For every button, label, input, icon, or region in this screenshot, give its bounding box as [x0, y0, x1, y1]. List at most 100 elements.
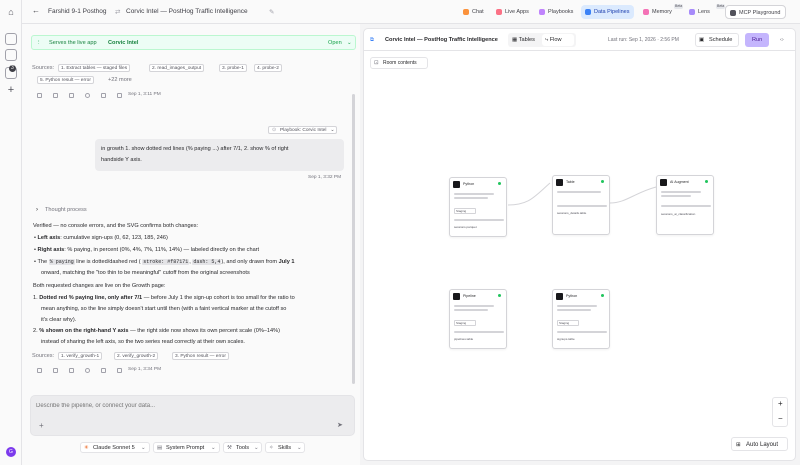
share-icon[interactable]	[101, 368, 106, 373]
thumbs-up-icon[interactable]	[37, 368, 42, 373]
lens-beta-badge: Beta	[716, 4, 726, 9]
bullet-right-axis: • Right axis: % paying, in percent (0%, …	[34, 247, 260, 253]
pipeline-node-table[interactable]: Table sessions_details.table	[552, 175, 610, 235]
system-prompt-label: System Prompt	[166, 445, 205, 451]
status-dot	[601, 180, 604, 183]
edit-icon[interactable]: ✎	[269, 8, 274, 16]
bullet-line-style: • The % paying line is dotted/dashed red…	[34, 259, 295, 265]
chevron-down-icon: ⌄	[254, 445, 259, 451]
bullet-line-style-cont: onward, matching the "too thin to be mea…	[41, 270, 250, 276]
zoom-out-button[interactable]: −	[778, 415, 783, 423]
live-app-banner: ⋮ Serves the live app Corvic Intel Open …	[31, 35, 356, 50]
pipeline-node-python-2[interactable]: Python Staging signups.table	[552, 289, 610, 349]
thumbs-down-icon[interactable]	[53, 368, 58, 373]
divider	[557, 205, 607, 207]
node-output: sessions_ai_classification	[661, 212, 696, 216]
copy-icon[interactable]	[69, 93, 74, 98]
placeholder-line	[557, 309, 591, 311]
auto-layout-button[interactable]: ⊞ Auto Layout	[731, 437, 788, 451]
playbook-tag[interactable]: ⊙ Playbook: Corvic Intel ⌄	[268, 126, 338, 134]
copy-icon[interactable]	[69, 368, 74, 373]
chevron-down-icon: ⌄	[297, 445, 302, 451]
node-icon	[453, 181, 460, 188]
share-icon[interactable]	[101, 93, 106, 98]
home-icon[interactable]: ⌂	[5, 6, 17, 18]
project-icon: ⇄	[115, 9, 121, 16]
send-icon[interactable]: ➤	[337, 422, 343, 430]
skills-button[interactable]: ✧ Skills ⌄	[265, 442, 305, 453]
source-chip[interactable]: 3. probe-1	[219, 64, 247, 72]
source-chip[interactable]: 2. read_images_output	[149, 64, 205, 72]
playbooks-icon	[539, 9, 545, 15]
thought-process-toggle[interactable]: Thought process	[45, 206, 87, 214]
source-chip[interactable]: 1. verify_growth-1	[58, 352, 103, 360]
top-bar: ← Farshid 9-1 Posthog ⇄ Corvic Intel — P…	[22, 0, 800, 24]
tab-live-apps[interactable]: Live Apps	[492, 5, 534, 19]
node-icon	[453, 293, 460, 300]
banner-app-link[interactable]: Corvic Intel	[108, 39, 138, 47]
divider	[557, 331, 607, 333]
chat-scrollbar[interactable]	[352, 94, 355, 384]
divider	[454, 331, 504, 333]
node-icon	[660, 179, 667, 186]
node-output: pipelines.table	[454, 337, 474, 341]
model-selector[interactable]: ✳ Claude Sonnet 5 ⌄	[80, 442, 150, 453]
tools-label: Tools	[236, 445, 250, 451]
mcp-playground-button[interactable]: MCP Playground	[725, 5, 787, 19]
clock-icon[interactable]	[85, 93, 90, 98]
thumbs-down-icon[interactable]	[53, 93, 58, 98]
pipeline-node-ai-augment[interactable]: AI Augment sessions_ai_classification	[656, 175, 714, 235]
reply-intro: Verified — no console errors, and the SV…	[33, 223, 199, 229]
tab-playbooks[interactable]: Playbooks	[535, 5, 578, 19]
tools-button[interactable]: ⚒ Tools ⌄	[223, 442, 262, 453]
documents-icon[interactable]	[5, 49, 17, 61]
node-icon	[556, 179, 563, 186]
auto-layout-label: Auto Layout	[746, 442, 779, 448]
chat-icon	[463, 9, 469, 15]
tab-memory[interactable]: Memory Beta	[639, 4, 684, 19]
memory-beta-badge: Beta	[674, 4, 684, 9]
back-arrow-icon[interactable]: ←	[32, 6, 40, 15]
trash-icon[interactable]	[117, 368, 122, 373]
source-chip[interactable]: 5. Python result — error	[37, 76, 94, 84]
chevron-down-icon[interactable]: ⌄	[347, 39, 352, 47]
chevron-right-icon[interactable]: ›	[36, 206, 38, 214]
tab-data-pipelines[interactable]: Data Pipelines	[581, 5, 635, 19]
placeholder-line	[454, 197, 488, 199]
composer-input[interactable]	[36, 401, 336, 411]
node-tag: Staging	[454, 208, 476, 214]
sources-label: Sources:	[32, 65, 55, 71]
more-sources-link[interactable]: +22 more	[108, 76, 132, 84]
zoom-in-button[interactable]: +	[778, 400, 783, 408]
inbox-badge: 3	[9, 65, 16, 72]
pipeline-node-pipeline[interactable]: Pipeline Staging pipelines.table	[449, 289, 507, 349]
thumbs-up-icon[interactable]	[37, 93, 42, 98]
live-apps-icon	[496, 9, 502, 15]
pipeline-node-python[interactable]: Python Staging sessions.parquet	[449, 177, 507, 237]
reply-live-text: Both requested changes are live on the G…	[33, 283, 166, 289]
message-time: Sep 1, 3:11 PM	[128, 92, 161, 97]
node-tag: Staging	[557, 320, 579, 326]
trash-icon[interactable]	[117, 93, 122, 98]
source-chip[interactable]: 2. verify_growth-2	[114, 352, 159, 360]
system-prompt-button[interactable]: ▤ System Prompt ⌄	[153, 442, 220, 453]
project-name[interactable]: Corvic Intel — PostHog Traffic Intellige…	[126, 8, 248, 15]
sources-label: Sources:	[32, 353, 55, 359]
banner-text: Serves the live app	[49, 40, 97, 46]
placeholder-line	[557, 305, 597, 307]
tab-lens[interactable]: Lens Beta	[685, 4, 726, 19]
tab-chat[interactable]: Chat	[459, 5, 489, 19]
sidebar-toggle-icon[interactable]	[5, 33, 17, 45]
add-icon[interactable]: +	[5, 84, 17, 96]
flow-edges	[507, 182, 657, 206]
workspace-name[interactable]: Farshid 9-1 Posthog	[48, 8, 107, 15]
source-chip[interactable]: 1. Extract tables — staged files	[58, 64, 131, 72]
source-chip[interactable]: 4. probe-2	[254, 64, 282, 72]
mcp-icon	[730, 10, 736, 16]
source-chip[interactable]: 3. Python result — error	[172, 352, 229, 360]
divider	[661, 205, 711, 207]
banner-open-link[interactable]: Open	[328, 39, 342, 47]
clock-icon[interactable]	[85, 368, 90, 373]
attach-icon[interactable]: +	[39, 422, 44, 430]
avatar[interactable]: G	[6, 447, 16, 457]
